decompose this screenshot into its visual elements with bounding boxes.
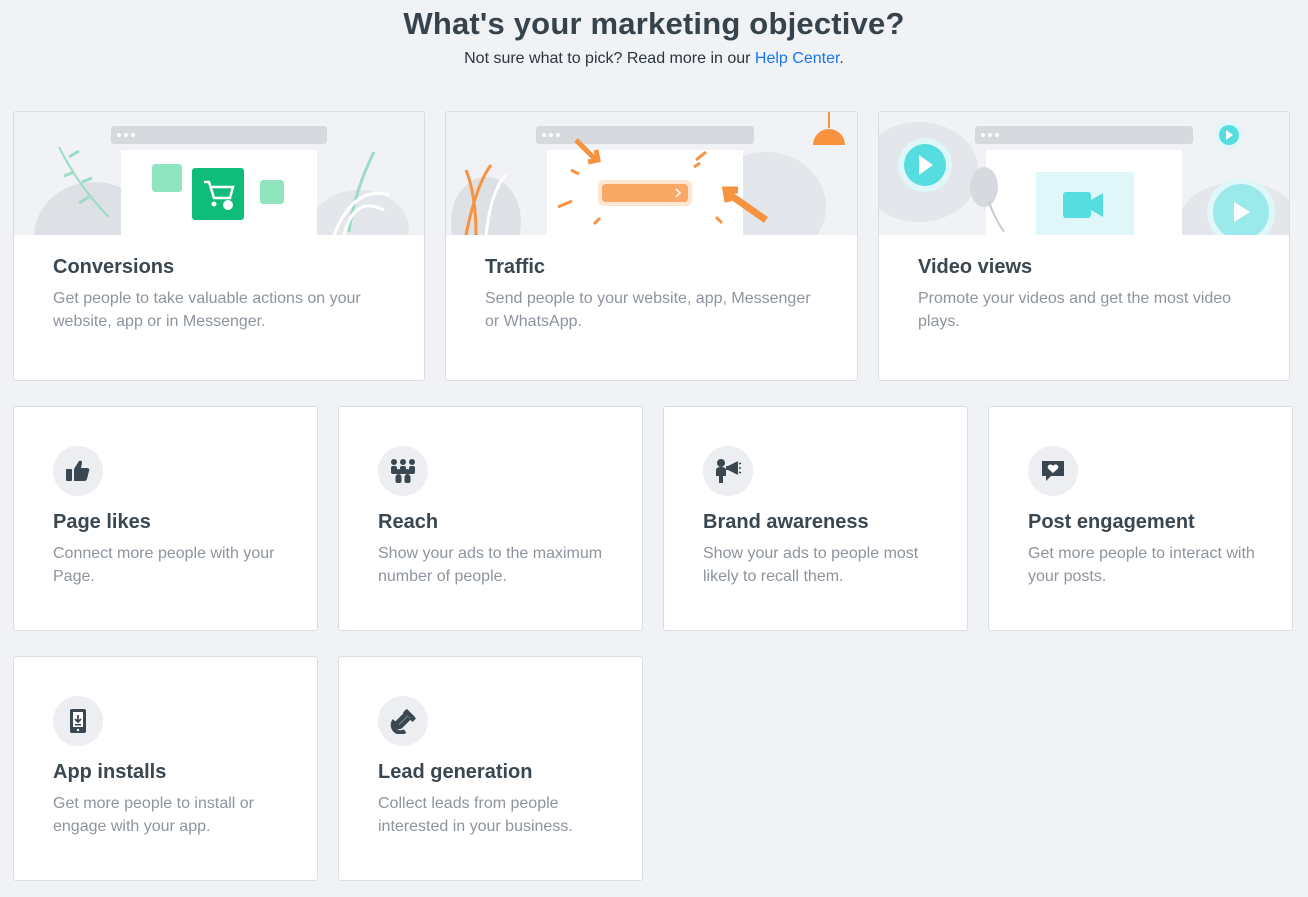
objective-card-video-views[interactable]: Video views Promote your videos and get …: [878, 111, 1290, 381]
thumbs-up-icon: [53, 446, 103, 496]
objective-description: Connect more people with your Page.: [53, 545, 275, 585]
page-subtitle: Not sure what to pick? Read more in our …: [0, 50, 1308, 68]
people-group-icon: [378, 446, 428, 496]
objective-title: Post engagement: [1028, 511, 1195, 533]
objective-title: Page likes: [53, 511, 151, 533]
objective-title: Lead generation: [378, 761, 533, 783]
subtitle-period: .: [839, 50, 844, 67]
objective-card-conversions[interactable]: Conversions Get people to take valuable …: [13, 111, 425, 381]
help-center-link[interactable]: Help Center: [755, 50, 840, 67]
phone-download-icon: [53, 696, 103, 746]
shopping-cart-illustration: [14, 112, 424, 235]
megaphone-person-icon: [703, 446, 753, 496]
video-camera-illustration: [879, 112, 1289, 235]
objective-description: Promote your videos and get the most vid…: [918, 290, 1232, 330]
objective-card-traffic[interactable]: Traffic Send people to your website, app…: [445, 111, 858, 381]
objective-card-lead-generation[interactable]: Lead generation Collect leads from peopl…: [338, 656, 643, 881]
objective-title: App installs: [53, 761, 167, 783]
objective-description: Get more people to interact with your po…: [1028, 545, 1255, 585]
objective-title: Video views: [918, 256, 1033, 278]
objective-card-app-installs[interactable]: App installs Get more people to install …: [13, 656, 318, 881]
objective-title: Traffic: [485, 256, 546, 278]
click-arrow-illustration: [446, 112, 857, 235]
objective-card-post-engagement[interactable]: Post engagement Get more people to inter…: [988, 406, 1293, 631]
magnet-icon: [378, 696, 428, 746]
objective-description: Get people to take valuable actions on y…: [53, 290, 361, 330]
page-title: What's your marketing objective?: [403, 6, 905, 41]
objective-description: Show your ads to the maximum number of p…: [378, 545, 603, 585]
objective-description: Get more people to install or engage wit…: [53, 795, 254, 835]
objective-card-page-likes[interactable]: Page likes Connect more people with your…: [13, 406, 318, 631]
objective-title: Brand awareness: [703, 511, 869, 533]
heart-bubble-icon: [1028, 446, 1078, 496]
objective-card-reach[interactable]: Reach Show your ads to the maximum numbe…: [338, 406, 643, 631]
objective-description: Send people to your website, app, Messen…: [485, 290, 811, 330]
objective-title: Conversions: [53, 256, 175, 278]
objective-title: Reach: [378, 511, 439, 533]
objective-description: Show your ads to people most likely to r…: [703, 545, 919, 585]
objective-description: Collect leads from people interested in …: [378, 795, 573, 835]
subtitle-text: Not sure what to pick? Read more in our: [464, 50, 755, 67]
objective-card-brand-awareness[interactable]: Brand awareness Show your ads to people …: [663, 406, 968, 631]
